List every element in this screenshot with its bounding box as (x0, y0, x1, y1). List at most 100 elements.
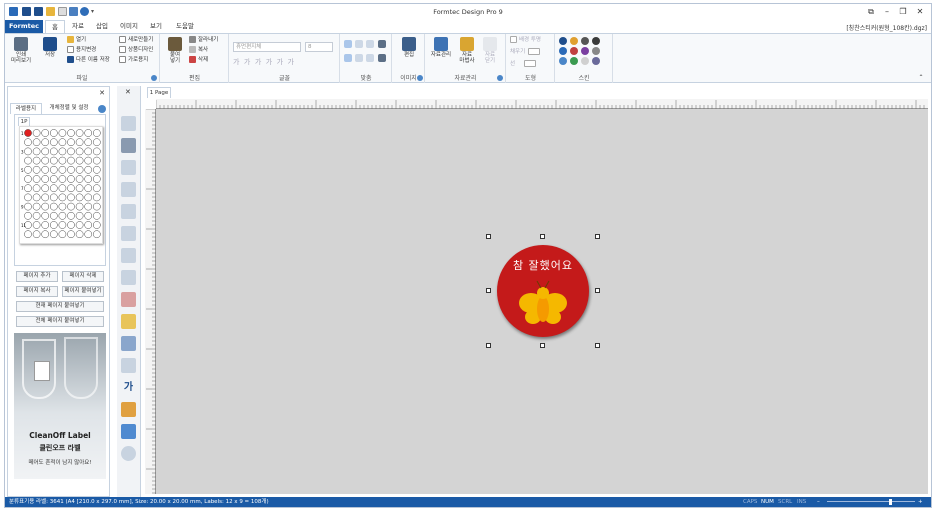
label-cell[interactable] (75, 221, 84, 229)
label-cell[interactable] (41, 211, 50, 220)
resize-handle-l[interactable] (486, 288, 491, 293)
tab-data[interactable]: 자료 (67, 20, 89, 33)
label-cell[interactable] (84, 147, 93, 156)
skin-swatch[interactable] (570, 47, 578, 55)
zoom-slider-thumb[interactable] (889, 499, 892, 505)
delete-page-button[interactable]: 페이지 삭제 (62, 271, 104, 282)
label-cell[interactable] (67, 193, 75, 202)
label-cell[interactable] (32, 202, 41, 211)
tab-formtec[interactable]: Formtec (5, 20, 43, 33)
minimize-button[interactable]: – (879, 6, 895, 18)
label-cell[interactable] (67, 147, 75, 156)
label-cell[interactable] (24, 202, 32, 211)
label-cell[interactable] (84, 221, 93, 229)
object-tool-icon[interactable] (121, 138, 136, 153)
copy-page-button[interactable]: 페이지 복사 (16, 286, 58, 297)
label-cell[interactable] (41, 129, 50, 137)
tab-label-paper[interactable]: 라벨용지 (10, 103, 42, 114)
skin-swatch[interactable] (592, 47, 600, 55)
italic-style-button[interactable]: 가 (244, 58, 250, 66)
skin-swatch[interactable] (581, 37, 589, 45)
label-cell[interactable] (75, 193, 84, 202)
image-tool-icon[interactable] (121, 292, 136, 307)
collapse-ribbon-icon[interactable]: ⌃ (913, 72, 929, 84)
label-cell[interactable] (92, 202, 101, 211)
line-control[interactable]: 선 (510, 60, 538, 69)
label-cell[interactable] (32, 193, 41, 202)
label-cell[interactable] (75, 175, 84, 183)
label-cell[interactable] (92, 230, 101, 239)
label-cell[interactable] (67, 221, 75, 229)
zoom-slider[interactable] (827, 501, 915, 502)
label-cell[interactable] (75, 202, 84, 211)
shrink-font-button[interactable]: 가 (288, 58, 294, 66)
new-button[interactable]: 새로만들기 (119, 36, 153, 45)
label-cell[interactable] (84, 156, 93, 165)
label-cell[interactable] (84, 129, 93, 137)
data-manage-button[interactable]: 자료관리 (428, 37, 454, 58)
label-cell[interactable] (92, 156, 101, 165)
label-cell[interactable] (41, 156, 50, 165)
data-wizard-button[interactable]: 자료 마법사 (456, 37, 478, 64)
label-cell[interactable] (32, 211, 41, 220)
label-cell[interactable] (92, 211, 101, 220)
label-cell[interactable] (75, 147, 84, 156)
skin-swatch[interactable] (592, 57, 600, 65)
label-cell[interactable] (32, 138, 41, 147)
page-tab[interactable]: 1 Page (147, 87, 171, 98)
label-cell[interactable] (58, 193, 67, 202)
rectangle-tool-icon[interactable] (121, 336, 136, 351)
label-cell[interactable] (75, 165, 84, 174)
label-cell[interactable] (58, 138, 67, 147)
save-as-button[interactable]: 다른 이름 저장 (67, 56, 110, 65)
label-cell[interactable] (24, 129, 32, 137)
skin-swatch[interactable] (559, 37, 567, 45)
label-cell[interactable] (24, 147, 32, 156)
label-cell[interactable] (92, 184, 101, 193)
bold-style-button[interactable]: 가 (233, 58, 239, 66)
label-cell[interactable] (32, 184, 41, 193)
label-cell[interactable] (41, 147, 50, 156)
ellipse-tool-icon[interactable] (121, 358, 136, 373)
cut-button[interactable]: 잘라내기 (189, 36, 218, 45)
distribute-icon[interactable] (378, 54, 386, 62)
skin-swatch[interactable] (592, 37, 600, 45)
label-cell[interactable] (49, 202, 58, 211)
label-cell[interactable] (32, 129, 41, 137)
label-cell[interactable] (58, 211, 67, 220)
align-top-icon[interactable] (344, 54, 352, 62)
label-cell[interactable] (67, 230, 75, 239)
image-launcher-icon[interactable] (417, 75, 423, 81)
label-cell[interactable] (24, 184, 32, 193)
tab-view[interactable]: 보기 (145, 20, 167, 33)
resize-handle-b[interactable] (540, 343, 545, 348)
toolstrip-close-icon[interactable]: ✕ (125, 88, 131, 96)
align-bottom-icon[interactable] (366, 54, 374, 62)
change-paper-button[interactable]: 용지변경 (67, 46, 96, 55)
barcode-tool-icon[interactable] (121, 160, 136, 175)
label-cell[interactable] (41, 138, 50, 147)
resize-handle-br[interactable] (595, 343, 600, 348)
panel-close-icon[interactable]: ✕ (99, 89, 105, 97)
label-cell[interactable] (32, 147, 41, 156)
tab-image[interactable]: 이미지 (116, 20, 142, 33)
label-cell[interactable] (84, 193, 93, 202)
label-cell[interactable] (92, 175, 101, 183)
skin-swatch[interactable] (581, 57, 589, 65)
label-cell[interactable] (49, 138, 58, 147)
paste-page-button[interactable]: 페이지 붙여넣기 (62, 286, 104, 297)
label-cell[interactable] (49, 175, 58, 183)
label-cell[interactable] (75, 184, 84, 193)
font-size-select[interactable]: 8 (305, 42, 333, 52)
label-cell[interactable] (84, 202, 93, 211)
label-cell[interactable] (92, 147, 101, 156)
select-tool-icon[interactable] (121, 116, 136, 131)
label-cell[interactable] (49, 147, 58, 156)
tab-help[interactable]: 도움말 (171, 20, 199, 33)
label-cell[interactable] (24, 175, 32, 183)
label-cell[interactable] (32, 165, 41, 174)
strike-style-button[interactable]: 가 (266, 58, 272, 66)
design-canvas[interactable]: 참 잘했어요 (156, 109, 928, 494)
bg-transparent-checkbox[interactable]: 배경 투명 (510, 36, 541, 45)
clipart-tool-icon[interactable] (121, 314, 136, 329)
